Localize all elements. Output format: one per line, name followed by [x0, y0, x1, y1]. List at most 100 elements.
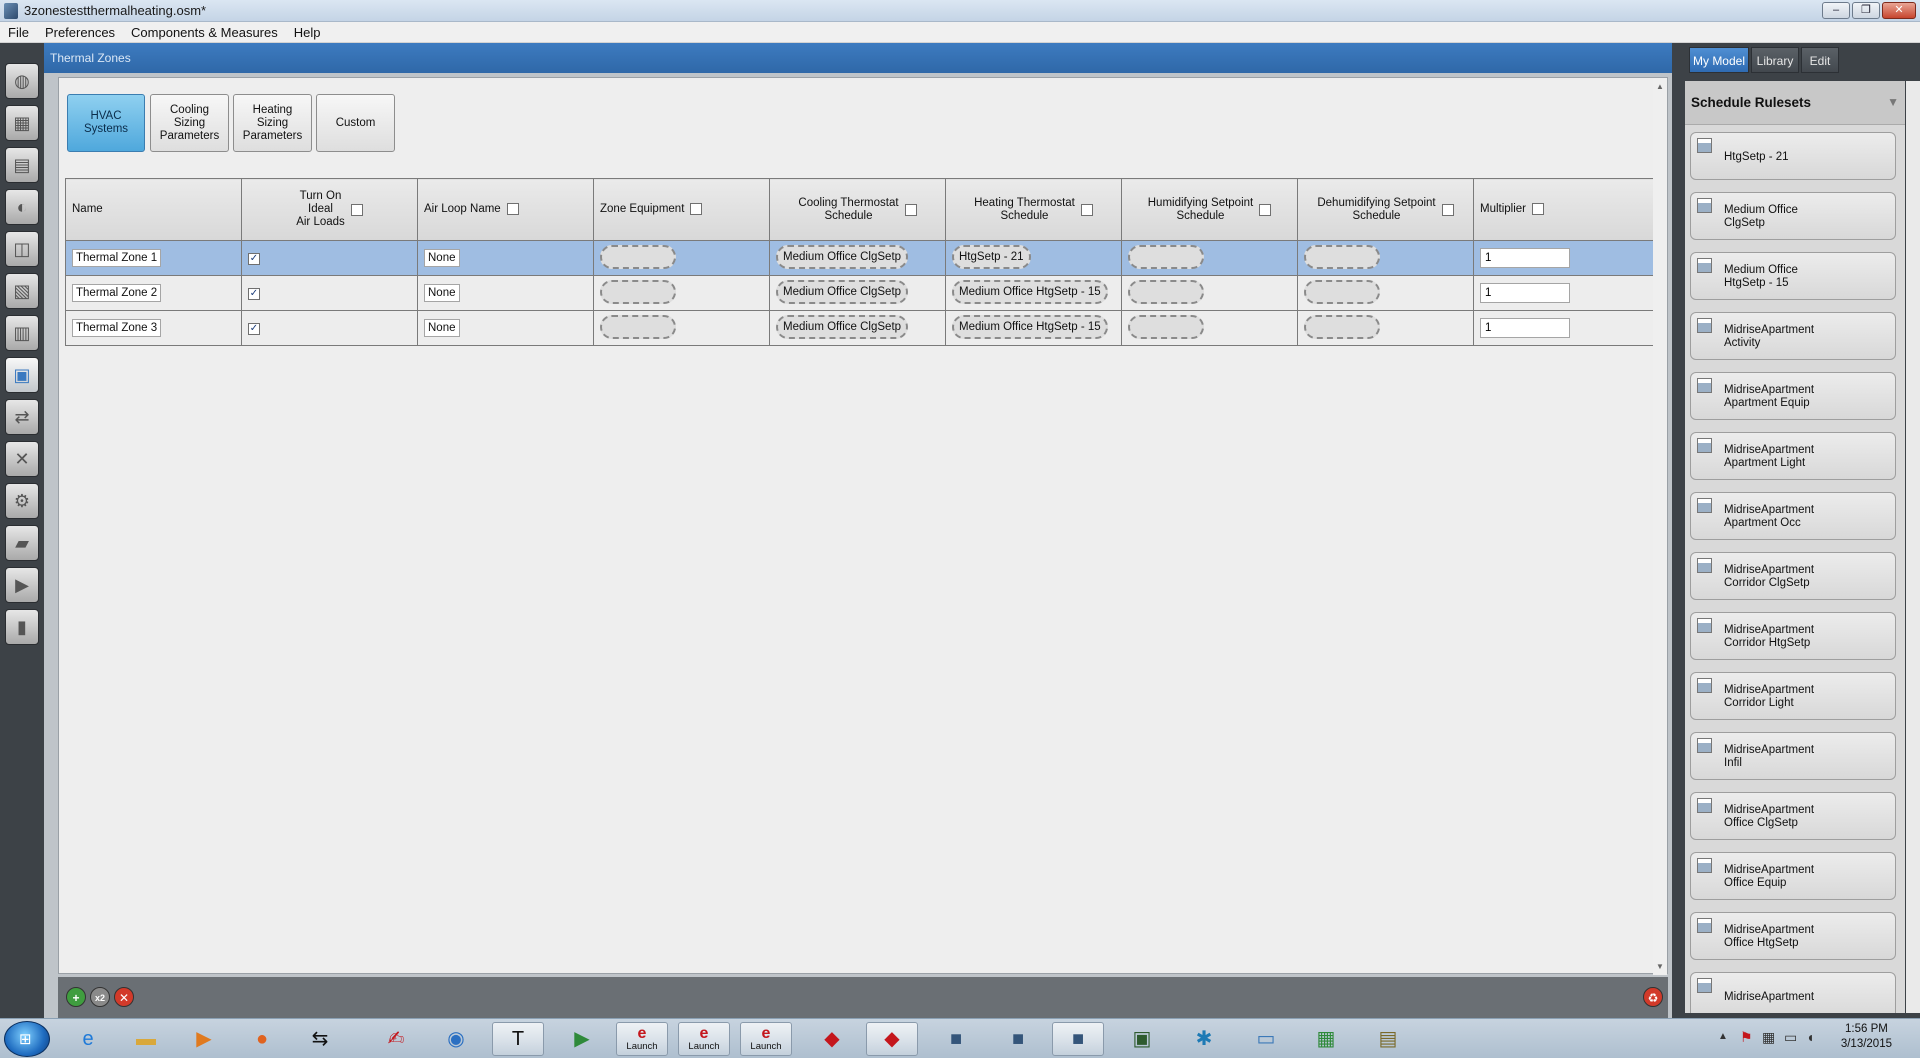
- list-header[interactable]: Schedule Rulesets ▼: [1685, 81, 1905, 125]
- zone-name-field[interactable]: Thermal Zone 3: [72, 319, 162, 337]
- tab-edit[interactable]: Edit: [1801, 47, 1839, 73]
- taskbar-text-editor-icon[interactable]: T: [492, 1022, 544, 1056]
- table-row[interactable]: Thermal Zone 3 ✓ None Medium Office ClgS…: [65, 310, 1656, 346]
- start-button[interactable]: ⊞: [4, 1021, 50, 1057]
- constructions-icon[interactable]: ▤: [5, 147, 39, 183]
- table-row[interactable]: Thermal Zone 2 ✓ None Medium Office ClgS…: [65, 275, 1656, 311]
- list-item[interactable]: MidriseApartment Apartment Occ: [1690, 492, 1896, 540]
- air-loop-name-field[interactable]: None: [424, 249, 460, 267]
- thermal-zones-icon[interactable]: ▣: [5, 357, 39, 393]
- ideal-loads-all-checkbox[interactable]: [350, 203, 363, 216]
- taskbar-internet-explorer-icon[interactable]: e: [62, 1022, 114, 1056]
- humidifying-schedule-drop-zone[interactable]: [1128, 279, 1204, 304]
- zone-equipment-drop-zone[interactable]: [600, 314, 676, 339]
- cooling-schedule-drop-zone[interactable]: Medium Office ClgSetp: [776, 244, 909, 269]
- taskbar-sketchup-open-icon[interactable]: ◆: [866, 1022, 918, 1056]
- chevron-down-icon[interactable]: ▼: [1887, 95, 1899, 109]
- menu-file[interactable]: File: [0, 22, 37, 43]
- tab-custom[interactable]: Custom: [316, 94, 395, 152]
- list-item[interactable]: MidriseApartment Office ClgSetp: [1690, 792, 1896, 840]
- list-item[interactable]: MidriseApartment Corridor ClgSetp: [1690, 552, 1896, 600]
- menu-preferences[interactable]: Preferences: [37, 22, 123, 43]
- heating-schedule-drop-zone[interactable]: Medium Office HtgSetp - 15: [952, 279, 1108, 304]
- maximize-button[interactable]: ❐: [1852, 2, 1880, 19]
- taskbar-terminal-icon[interactable]: ▣: [1116, 1022, 1168, 1056]
- air-loop-name-field[interactable]: None: [424, 284, 460, 302]
- tray-network-icon[interactable]: ▦: [1762, 1029, 1775, 1046]
- tray-volume-icon[interactable]: ◖: [1806, 1029, 1814, 1045]
- schedules-calendar-icon[interactable]: ▦: [5, 105, 39, 141]
- zone-equipment-drop-zone[interactable]: [600, 279, 676, 304]
- tab-my-model[interactable]: My Model: [1689, 47, 1749, 73]
- run-simulation-icon[interactable]: ▶: [5, 567, 39, 603]
- dehumidifying-schedule-drop-zone[interactable]: [1304, 244, 1380, 269]
- measures-gear-icon[interactable]: ⚙: [5, 483, 39, 519]
- taskbar-openstudio-icon-3[interactable]: ■: [1052, 1022, 1104, 1056]
- taskbar-file-explorer-icon[interactable]: ▬: [120, 1022, 172, 1056]
- cooling-schedule-all-checkbox[interactable]: [904, 203, 917, 216]
- facility-icon[interactable]: ▥: [5, 315, 39, 351]
- zone-name-field[interactable]: Thermal Zone 1: [72, 249, 162, 267]
- list-item[interactable]: HtgSetp - 21: [1690, 132, 1896, 180]
- taskbar-transfer-icon[interactable]: ⇆: [294, 1022, 346, 1056]
- list-vertical-scrollbar[interactable]: [1906, 81, 1920, 1013]
- zone-name-field[interactable]: Thermal Zone 2: [72, 284, 162, 302]
- dehumidifying-schedule-all-checkbox[interactable]: [1441, 203, 1454, 216]
- ideal-loads-checkbox[interactable]: ✓: [248, 287, 260, 300]
- taskbar-blue-app-icon[interactable]: ◉: [430, 1022, 482, 1056]
- zone-equipment-drop-zone[interactable]: [600, 244, 676, 269]
- heating-schedule-drop-zone[interactable]: Medium Office HtgSetp - 15: [952, 314, 1108, 339]
- geometry-icon[interactable]: ▧: [5, 273, 39, 309]
- multiplier-input[interactable]: [1480, 248, 1570, 268]
- list-item[interactable]: MidriseApartment Corridor Light: [1690, 672, 1896, 720]
- humidifying-schedule-all-checkbox[interactable]: [1259, 203, 1272, 216]
- list-item[interactable]: MidriseApartment Activity: [1690, 312, 1896, 360]
- tray-display-icon[interactable]: ▭: [1784, 1029, 1797, 1046]
- taskbar-acrobat-icon[interactable]: ✍: [370, 1022, 422, 1056]
- menu-components-measures[interactable]: Components & Measures: [123, 22, 286, 43]
- scripts-icon[interactable]: ▰: [5, 525, 39, 561]
- taskbar-launch-2[interactable]: e Launch: [678, 1022, 730, 1056]
- humidifying-schedule-drop-zone[interactable]: [1128, 314, 1204, 339]
- air-loop-all-checkbox[interactable]: [506, 202, 519, 215]
- list-item[interactable]: Medium Office HtgSetp - 15: [1690, 252, 1896, 300]
- taskbar-photo-viewer-icon[interactable]: ▭: [1240, 1022, 1292, 1056]
- multiplier-input[interactable]: [1480, 318, 1570, 338]
- taskbar-green-app-icon[interactable]: ▶: [556, 1022, 608, 1056]
- scroll-down-icon[interactable]: ▼: [1656, 962, 1664, 971]
- dehumidifying-schedule-drop-zone[interactable]: [1304, 279, 1380, 304]
- loads-icon[interactable]: ◐: [5, 189, 39, 225]
- tray-expand-icon[interactable]: ▲: [1718, 1031, 1728, 1042]
- taskbar-spreadsheet-icon[interactable]: ▦: [1300, 1022, 1352, 1056]
- taskbar-openstudio-icon-2[interactable]: ■: [992, 1022, 1044, 1056]
- site-globe-icon[interactable]: ◍: [5, 63, 39, 99]
- list-item[interactable]: MidriseApartment Office HtgSetp: [1690, 912, 1896, 960]
- space-types-icon[interactable]: ◫: [5, 231, 39, 267]
- humidifying-schedule-drop-zone[interactable]: [1128, 244, 1204, 269]
- add-zone-button[interactable]: +: [66, 987, 86, 1007]
- tools-icon[interactable]: ✕: [5, 441, 39, 477]
- ideal-loads-checkbox[interactable]: ✓: [248, 252, 260, 265]
- multiplier-input[interactable]: [1480, 283, 1570, 303]
- cooling-schedule-drop-zone[interactable]: Medium Office ClgSetp: [776, 279, 909, 304]
- taskbar-calculator-icon[interactable]: ▤: [1362, 1022, 1414, 1056]
- taskbar-launch-3[interactable]: e Launch: [740, 1022, 792, 1056]
- close-button[interactable]: ✕: [1882, 2, 1916, 19]
- purge-button[interactable]: ♻: [1643, 987, 1663, 1007]
- remove-zone-button[interactable]: ✕: [114, 987, 134, 1007]
- tab-hvac-systems[interactable]: HVAC Systems: [67, 94, 145, 152]
- copy-zone-button[interactable]: x2: [90, 987, 110, 1007]
- tab-library[interactable]: Library: [1751, 47, 1799, 73]
- zone-equipment-all-checkbox[interactable]: [690, 202, 703, 215]
- list-item[interactable]: Medium Office ClgSetp: [1690, 192, 1896, 240]
- menu-help[interactable]: Help: [286, 22, 329, 43]
- main-vertical-scrollbar[interactable]: ▲ ▼: [1653, 78, 1667, 975]
- taskbar-network-icon[interactable]: ✱: [1178, 1022, 1230, 1056]
- scroll-up-icon[interactable]: ▲: [1656, 82, 1664, 91]
- taskbar-firefox-icon[interactable]: ●: [236, 1022, 288, 1056]
- taskbar-launch-1[interactable]: e Launch: [616, 1022, 668, 1056]
- tab-cooling-sizing-parameters[interactable]: Cooling Sizing Parameters: [150, 94, 229, 152]
- list-item[interactable]: MidriseApartment Corridor HtgSetp: [1690, 612, 1896, 660]
- cooling-schedule-drop-zone[interactable]: Medium Office ClgSetp: [776, 314, 909, 339]
- air-loop-name-field[interactable]: None: [424, 319, 460, 337]
